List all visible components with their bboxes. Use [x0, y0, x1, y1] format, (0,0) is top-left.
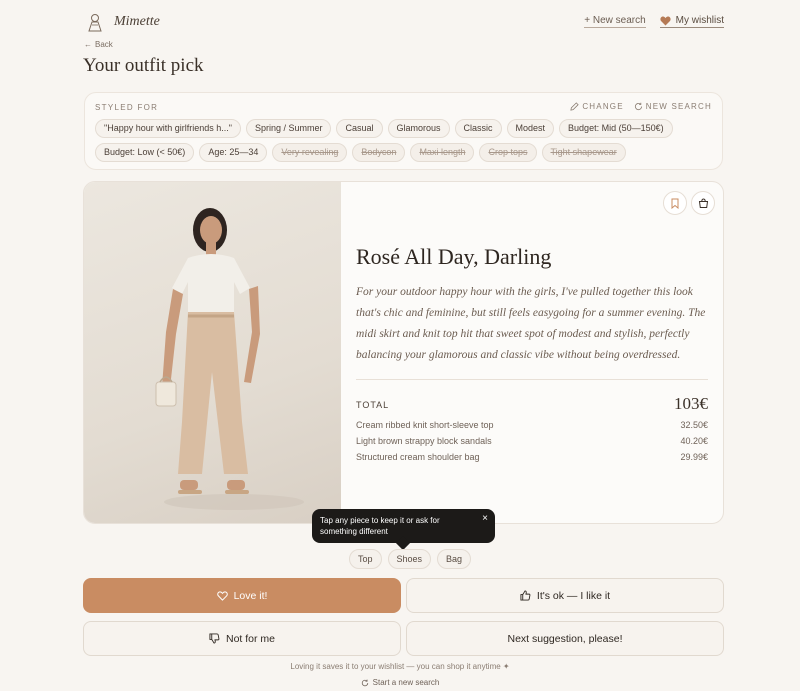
- not-for-me-label: Not for me: [225, 632, 275, 645]
- heart-outline-icon: [216, 590, 228, 601]
- hint-tooltip: Tap any piece to keep it or ask for some…: [312, 509, 495, 551]
- cart-button[interactable]: [691, 191, 715, 215]
- back-label: Back: [95, 40, 113, 49]
- start-new-search-link[interactable]: Start a new search: [0, 678, 800, 687]
- new-search-link[interactable]: + New search: [584, 15, 646, 28]
- ok-button[interactable]: It's ok — I like it: [406, 578, 724, 613]
- top-bar: Mimette + New search My wishlist: [84, 11, 724, 35]
- change-label: CHANGE: [582, 102, 624, 111]
- save-button[interactable]: [663, 191, 687, 215]
- piece-chip-shoes[interactable]: Shoes: [387, 549, 432, 569]
- model-illustration: [155, 208, 304, 510]
- page-title: Your outfit pick: [83, 55, 204, 76]
- chip-style: Glamorous: [387, 119, 450, 138]
- brand-name: Mimette: [114, 14, 160, 29]
- footer-note: Loving it saves it to your wishlist — yo…: [290, 662, 510, 671]
- tooltip-text: Tap any piece to keep it or ask for some…: [320, 516, 440, 536]
- piece-chip-bag[interactable]: Bag: [437, 549, 472, 569]
- tooltip-arrow: [395, 535, 411, 551]
- chip-occasion: "Happy hour with girlfriends h...": [95, 119, 241, 138]
- next-suggestion-button[interactable]: Next suggestion, please!: [406, 621, 724, 656]
- outfit-photo: [84, 182, 341, 523]
- item-name: Light brown strappy block sandals: [356, 436, 492, 446]
- piece-selector: Top Shoes Bag: [349, 549, 472, 569]
- chip-season: Spring / Summer: [245, 119, 332, 138]
- divider: [356, 379, 708, 380]
- item-price: 32.50€: [680, 420, 708, 430]
- wishlist-link[interactable]: My wishlist: [659, 15, 724, 28]
- chip-style: Modest: [506, 119, 555, 138]
- list-item[interactable]: Structured cream shoulder bag 29.99€: [356, 452, 708, 468]
- thumbs-down-icon: [209, 633, 220, 644]
- outfit-info: Rosé All Day, Darling For your outdoor h…: [341, 182, 723, 523]
- chip-row-1: "Happy hour with girlfriends h..." Sprin…: [95, 119, 673, 138]
- refresh-icon: [361, 679, 368, 686]
- styled-for-label: STYLED FOR: [95, 103, 159, 112]
- top-actions: + New search My wishlist: [584, 15, 724, 28]
- outfit-card: Rosé All Day, Darling For your outdoor h…: [83, 181, 724, 524]
- brand[interactable]: Mimette: [84, 11, 160, 33]
- list-item[interactable]: Light brown strappy block sandals 40.20€: [356, 436, 708, 452]
- chip-style: Classic: [454, 119, 502, 138]
- thumbs-up-icon: [520, 590, 531, 601]
- cart-icon: [698, 197, 708, 208]
- back-link[interactable]: ← Back: [84, 40, 113, 49]
- styled-for-actions: CHANGE NEW SEARCH: [570, 102, 712, 111]
- total-label: TOTAL: [356, 400, 390, 410]
- chip-excluded: Tight shapewear: [541, 143, 626, 162]
- styled-new-search-button[interactable]: NEW SEARCH: [634, 102, 712, 111]
- item-list: Cream ribbed knit short-sleeve top 32.50…: [356, 420, 708, 468]
- ok-label: It's ok — I like it: [536, 589, 611, 602]
- chip-budget: Budget: Mid (50—150€): [559, 119, 673, 138]
- chip-excluded: Bodycon: [352, 143, 406, 162]
- wishlist-label: My wishlist: [675, 15, 724, 26]
- close-icon[interactable]: ×: [482, 513, 488, 524]
- next-label: Next suggestion, please!: [507, 632, 623, 645]
- chip-excluded: Crop tops: [479, 143, 537, 162]
- outfit-title: Rosé All Day, Darling: [356, 244, 552, 269]
- brand-logo-icon: [88, 14, 102, 32]
- pencil-icon: [570, 102, 580, 111]
- item-price: 29.99€: [680, 452, 708, 462]
- refresh-icon: [634, 102, 642, 111]
- chip-excluded: Maxi length: [410, 143, 475, 162]
- item-name: Structured cream shoulder bag: [356, 452, 480, 462]
- item-price: 40.20€: [680, 436, 708, 446]
- chip-style: Casual: [336, 119, 383, 138]
- piece-chip-top[interactable]: Top: [349, 549, 382, 569]
- total-value: 103€: [674, 394, 708, 413]
- not-for-me-button[interactable]: Not for me: [83, 621, 401, 656]
- heart-icon: [660, 16, 671, 26]
- list-item[interactable]: Cream ribbed knit short-sleeve top 32.50…: [356, 420, 708, 436]
- love-label: Love it!: [233, 589, 268, 602]
- chip-age: Age: 25—34: [199, 143, 268, 162]
- chip-excluded: Very revealing: [272, 143, 348, 162]
- arrow-left-icon: ←: [84, 40, 92, 49]
- chip-row-2: Budget: Low (< 50€) Age: 25—34 Very reve…: [95, 143, 626, 162]
- outfit-description: For your outdoor happy hour with the gir…: [356, 286, 706, 361]
- chip-budget: Budget: Low (< 50€): [95, 143, 195, 162]
- new-search-label: NEW SEARCH: [645, 102, 712, 111]
- bookmark-icon: [671, 198, 679, 209]
- item-name: Cream ribbed knit short-sleeve top: [356, 420, 494, 430]
- styled-for-card: STYLED FOR CHANGE NEW SEARCH "Happy hour…: [84, 92, 723, 170]
- start-new-search-label: Start a new search: [372, 678, 440, 687]
- change-button[interactable]: CHANGE: [570, 102, 623, 111]
- love-button[interactable]: Love it!: [83, 578, 401, 613]
